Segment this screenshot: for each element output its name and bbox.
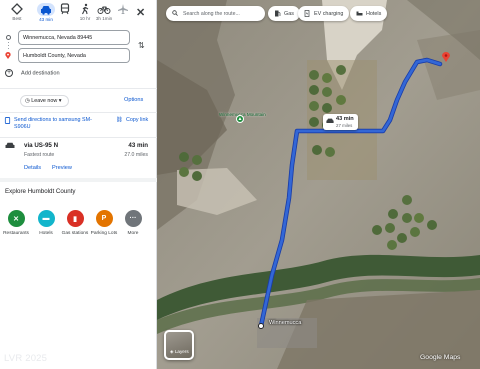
map-view[interactable]: [157, 0, 480, 369]
chip-gas[interactable]: Gas: [268, 6, 300, 21]
chip-label: Gas: [284, 11, 294, 17]
add-destination-label: Add destination: [21, 70, 60, 77]
close-icon[interactable]: ✕: [136, 6, 145, 19]
watermark: LVR 2025: [4, 353, 48, 364]
mode-flight[interactable]: [112, 3, 134, 16]
leave-now-dropdown[interactable]: ◷ Leave now ▾: [20, 95, 69, 107]
gas-pump-icon: ▮: [66, 210, 84, 227]
divider: [0, 112, 157, 113]
more-dots-icon: ···: [124, 210, 142, 227]
search-placeholder: Search along the route...: [183, 11, 240, 17]
category-more[interactable]: ··· More: [118, 210, 148, 237]
bed-icon: ▬: [37, 210, 55, 227]
leave-now-label: Leave now: [31, 98, 58, 104]
category-label: More: [127, 231, 139, 236]
preview-link[interactable]: Preview: [52, 165, 72, 171]
chip-label: Hotels: [366, 11, 382, 17]
diamond-icon: [11, 3, 23, 15]
route-time: 43 min: [128, 142, 148, 149]
mode-best[interactable]: Best: [6, 3, 28, 21]
swap-icon[interactable]: ⇅: [138, 41, 145, 50]
layers-button[interactable]: ◈ Layers: [164, 330, 194, 360]
category-parking-lots[interactable]: P Parking Lots: [89, 210, 119, 237]
travel-mode-bar: Best 43 min 10 hr 3h 1min: [0, 0, 157, 26]
car-icon: [326, 118, 334, 123]
bicycle-icon: [97, 6, 111, 14]
send-directions-button[interactable]: Send directions to samsung SM-S906U: [4, 117, 92, 130]
train-icon: [60, 3, 70, 15]
fork-knife-icon: ✕: [7, 210, 25, 227]
parking-icon: P: [95, 210, 113, 227]
google-maps-attribution: Google Maps: [420, 354, 461, 361]
divider: [0, 88, 157, 89]
chevron-down-icon: ▾: [58, 98, 62, 104]
clock-icon: ◷: [25, 98, 30, 104]
layers-label: ◈ Layers: [170, 349, 189, 354]
route-distance: 27.0 miles: [124, 152, 148, 158]
category-label: Hotels: [39, 231, 53, 236]
mode-transit[interactable]: [54, 3, 76, 16]
section-divider: [0, 178, 157, 182]
callout-distance: 27 miles: [336, 123, 353, 128]
town-label[interactable]: Winnemucca: [269, 320, 301, 326]
options-button[interactable]: Options: [124, 97, 143, 103]
route-via: via US-95 N: [24, 142, 59, 149]
copy-link-button[interactable]: ⛓ Copy link: [116, 117, 148, 123]
route-time-callout[interactable]: 43 min 27 miles: [323, 114, 358, 130]
category-hotels[interactable]: ▬ Hotels: [31, 210, 61, 237]
category-label: Parking Lots: [90, 231, 118, 236]
walk-icon: [82, 3, 89, 15]
mode-label: 3h 1min: [95, 16, 113, 21]
bed-icon: [356, 11, 363, 16]
satellite-map: [157, 0, 480, 369]
category-restaurants[interactable]: ✕ Restaurants: [1, 210, 31, 237]
mode-label: 43 min: [39, 17, 53, 22]
destination-field[interactable]: Humboldt County, Nevada: [18, 48, 130, 63]
divider: [0, 137, 157, 138]
gas-pump-icon: [275, 10, 281, 17]
copy-link-label: Copy link: [126, 117, 149, 123]
phone-send-icon: [4, 117, 11, 124]
ev-charging-icon: [304, 10, 310, 17]
chip-ev-charging[interactable]: EV charging: [298, 6, 350, 21]
route-subtitle: Fastest route: [24, 152, 55, 158]
category-label: Gas stations: [61, 231, 89, 236]
route-connector: [8, 42, 9, 51]
explore-heading: Explore Humboldt County: [5, 188, 76, 195]
origin-field[interactable]: Winnemucca, Nevada 89445: [18, 30, 130, 45]
car-icon: [41, 6, 51, 15]
mode-label: Best: [12, 16, 22, 21]
chip-hotels[interactable]: Hotels: [350, 6, 388, 21]
airplane-icon: [118, 4, 128, 14]
car-icon: [5, 142, 15, 148]
origin-dot-icon: [6, 35, 11, 40]
mountain-poi-icon[interactable]: ▲: [236, 115, 244, 123]
layers-icon: ◈: [170, 349, 174, 354]
plus-icon: +: [5, 69, 13, 77]
category-gas-stations[interactable]: ▮ Gas stations: [60, 210, 90, 237]
send-directions-label: Send directions to samsung SM-S906U: [14, 117, 92, 130]
callout-time: 43 min: [336, 116, 354, 122]
category-label: Restaurants: [3, 231, 29, 236]
add-destination-button[interactable]: + Add destination: [5, 69, 60, 77]
chip-label: EV charging: [314, 11, 344, 17]
link-icon: ⛓: [116, 117, 123, 123]
destination-pin-icon: [5, 52, 11, 59]
search-icon: [172, 10, 178, 16]
directions-panel: Best 43 min 10 hr 3h 1min ✕ Winnemucca, …: [0, 0, 157, 369]
details-link[interactable]: Details: [24, 165, 41, 171]
search-along-route-input[interactable]: Search along the route...: [166, 6, 265, 21]
origin-marker-icon[interactable]: [258, 323, 264, 329]
